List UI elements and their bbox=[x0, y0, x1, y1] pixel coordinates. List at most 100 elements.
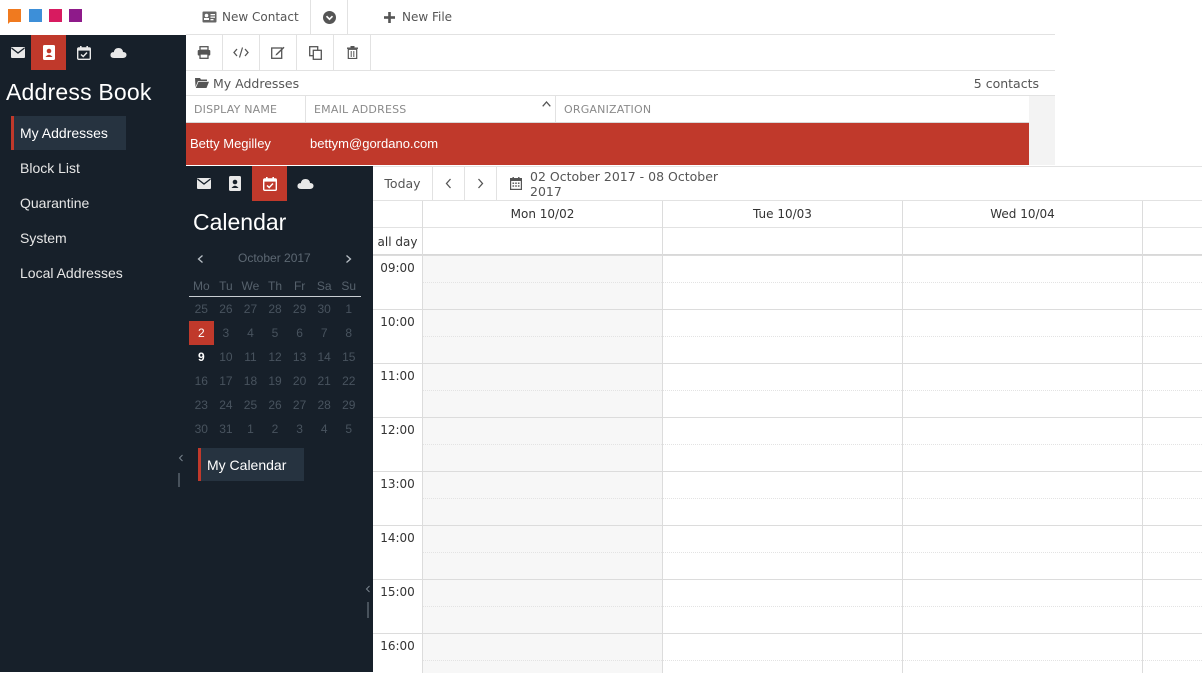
nav-item-local-addresses[interactable]: Local Addresses bbox=[11, 256, 151, 290]
mini-cal-day[interactable]: 1 bbox=[238, 417, 263, 441]
folder-bar: My Addresses 5 contacts bbox=[186, 71, 1055, 96]
mini-cal-day[interactable]: 19 bbox=[263, 369, 288, 393]
day-header-tue[interactable]: Tue 10/03 bbox=[662, 201, 902, 227]
chevron-right-icon bbox=[345, 249, 352, 269]
calendar-list-item[interactable]: My Calendar bbox=[198, 448, 304, 481]
mini-cal-day[interactable]: 5 bbox=[336, 417, 361, 441]
nav-item-block-list[interactable]: Block List bbox=[11, 151, 126, 185]
mini-cal-day[interactable]: 4 bbox=[312, 417, 337, 441]
day-header-label: Mon 10/02 bbox=[510, 207, 575, 221]
mini-cal-day[interactable]: 5 bbox=[263, 321, 288, 345]
day-headers: Mon 10/02 Tue 10/03 Wed 10/04 bbox=[373, 201, 1202, 228]
mini-cal-day[interactable]: 12 bbox=[263, 345, 288, 369]
calendar-check-icon bbox=[262, 176, 277, 191]
mini-cal-day[interactable]: 27 bbox=[238, 297, 263, 321]
mini-cal-day[interactable]: 26 bbox=[214, 297, 239, 321]
view-source-button[interactable] bbox=[223, 35, 260, 70]
mini-cal-day[interactable]: 25 bbox=[238, 393, 263, 417]
today-button[interactable]: Today bbox=[373, 167, 433, 200]
nav-item-my-addresses[interactable]: My Addresses bbox=[11, 116, 126, 150]
calendar-app-button[interactable] bbox=[252, 166, 287, 201]
day-header-wed[interactable]: Wed 10/04 bbox=[902, 201, 1142, 227]
mini-cal-day[interactable]: 25 bbox=[189, 297, 214, 321]
mini-cal-prev-button[interactable] bbox=[197, 249, 204, 269]
mini-cal-day[interactable]: 8 bbox=[336, 321, 361, 345]
collapse-sidebar-icon[interactable] bbox=[178, 451, 184, 491]
mini-cal-day[interactable]: 15 bbox=[336, 345, 361, 369]
new-file-button[interactable]: New File bbox=[384, 0, 464, 34]
mini-cal-day[interactable]: 28 bbox=[312, 393, 337, 417]
cloud-icon bbox=[297, 178, 314, 189]
mail-app-button[interactable] bbox=[186, 166, 221, 201]
copy-button[interactable] bbox=[297, 35, 334, 70]
list-scrollbar[interactable] bbox=[1029, 96, 1055, 165]
mini-cal-day[interactable]: 28 bbox=[263, 297, 288, 321]
mini-cal-day[interactable]: 24 bbox=[214, 393, 239, 417]
mini-cal-day[interactable]: 30 bbox=[312, 297, 337, 321]
mini-cal-day[interactable]: 30 bbox=[189, 417, 214, 441]
mini-cal-day[interactable]: 7 bbox=[312, 321, 337, 345]
table-row[interactable]: Betty Megilley bettym@gordano.com bbox=[186, 123, 1029, 165]
new-contact-button[interactable]: New Contact bbox=[202, 0, 310, 34]
mail-app-button[interactable] bbox=[0, 35, 35, 70]
next-week-button[interactable] bbox=[465, 167, 497, 200]
calendar-check-icon bbox=[76, 45, 91, 60]
mini-cal-day[interactable]: 16 bbox=[189, 369, 214, 393]
column-display-name[interactable]: DISPLAY NAME bbox=[186, 96, 306, 122]
mini-cal-day[interactable]: 23 bbox=[189, 393, 214, 417]
mini-cal-day[interactable]: 26 bbox=[263, 393, 288, 417]
cloud-app-button[interactable] bbox=[288, 166, 323, 201]
mini-cal-day[interactable]: 3 bbox=[214, 321, 239, 345]
mini-cal-day[interactable]: 27 bbox=[287, 393, 312, 417]
column-email-address[interactable]: EMAIL ADDRESS bbox=[306, 96, 556, 122]
mini-cal-next-button[interactable] bbox=[345, 249, 352, 269]
folder-open-icon bbox=[195, 77, 209, 88]
all-day-row[interactable]: all day bbox=[373, 228, 1202, 255]
mini-cal-month[interactable]: October 2017 bbox=[238, 249, 311, 269]
mini-cal-day[interactable]: 21 bbox=[312, 369, 337, 393]
nav-item-system[interactable]: System bbox=[11, 221, 126, 255]
mini-cal-day[interactable]: 31 bbox=[214, 417, 239, 441]
column-email-address-label: EMAIL ADDRESS bbox=[314, 102, 407, 116]
all-day-label: all day bbox=[377, 235, 418, 249]
mini-cal-day[interactable]: 11 bbox=[238, 345, 263, 369]
date-range-picker[interactable]: 02 October 2017 - 08 October 2017 bbox=[497, 167, 742, 200]
sort-asc-icon bbox=[542, 101, 551, 107]
address-book-app-button[interactable] bbox=[31, 35, 66, 70]
mini-cal-day[interactable]: 18 bbox=[238, 369, 263, 393]
address-book-icon bbox=[42, 45, 55, 60]
print-button[interactable] bbox=[186, 35, 223, 70]
weekday-label: Su bbox=[341, 279, 357, 293]
grid-divider bbox=[902, 201, 903, 673]
mini-cal-day[interactable]: 13 bbox=[287, 345, 312, 369]
mini-cal-day[interactable]: 20 bbox=[287, 369, 312, 393]
cloud-app-button[interactable] bbox=[101, 35, 136, 70]
nav-item-quarantine[interactable]: Quarantine bbox=[11, 186, 126, 220]
edit-button[interactable] bbox=[260, 35, 297, 70]
delete-button[interactable] bbox=[334, 35, 371, 70]
mini-cal-day[interactable]: 29 bbox=[287, 297, 312, 321]
mini-cal-day[interactable]: 17 bbox=[214, 369, 239, 393]
mini-cal-day[interactable]: 22 bbox=[336, 369, 361, 393]
mini-cal-day[interactable]: 6 bbox=[287, 321, 312, 345]
cloud-icon bbox=[110, 47, 127, 58]
mini-cal-day[interactable]: 2 bbox=[263, 417, 288, 441]
mini-cal-day[interactable]: 10 bbox=[214, 345, 239, 369]
mini-cal-day[interactable]: 3 bbox=[287, 417, 312, 441]
column-organization[interactable]: ORGANIZATION bbox=[556, 96, 1029, 122]
mini-cal-day[interactable]: 29 bbox=[336, 393, 361, 417]
contact-toolbar bbox=[186, 35, 1055, 71]
collapse-calendar-sidebar-icon[interactable] bbox=[365, 582, 371, 622]
mini-cal-day[interactable]: 1 bbox=[336, 297, 361, 321]
hour-label: 11:00 bbox=[380, 369, 415, 383]
mini-cal-day[interactable]: 9 bbox=[189, 345, 214, 369]
day-header-next[interactable] bbox=[1142, 201, 1202, 227]
mini-cal-day[interactable]: 2 bbox=[189, 321, 214, 345]
address-book-app-button[interactable] bbox=[217, 166, 252, 201]
mini-cal-day[interactable]: 4 bbox=[238, 321, 263, 345]
mini-cal-day[interactable]: 14 bbox=[312, 345, 337, 369]
prev-week-button[interactable] bbox=[433, 167, 465, 200]
new-dropdown-button[interactable] bbox=[310, 0, 348, 34]
day-header-mon[interactable]: Mon 10/02 bbox=[422, 201, 662, 227]
calendar-app-button[interactable] bbox=[66, 35, 101, 70]
